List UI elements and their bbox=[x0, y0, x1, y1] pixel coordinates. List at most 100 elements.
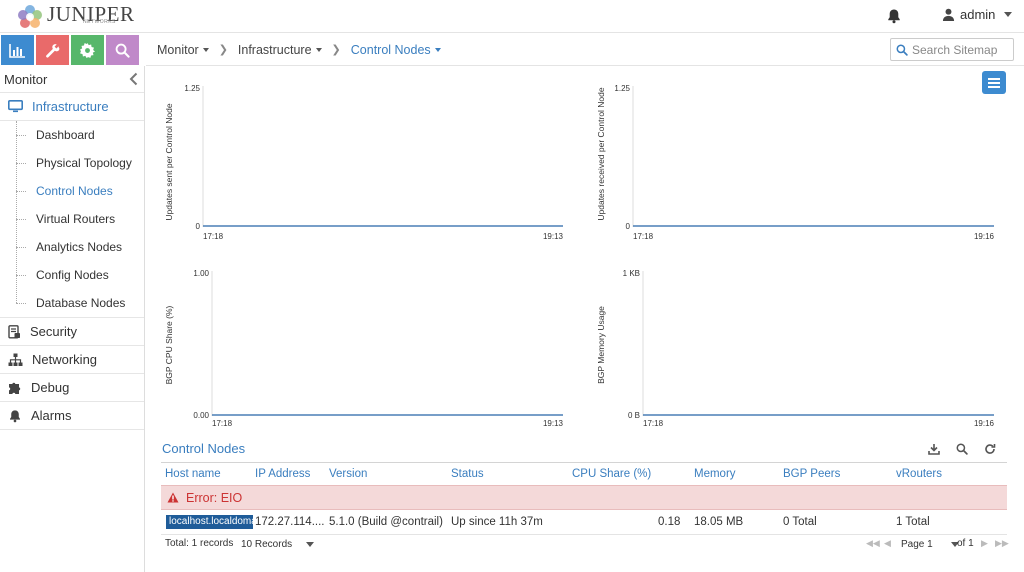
chevron-down-icon bbox=[306, 542, 315, 547]
refresh-button[interactable] bbox=[983, 442, 997, 456]
chart-bgp-cpu-share: BGP CPU Share (%) 1.00 0.00 17:18 19:13 bbox=[160, 265, 570, 430]
sidebar-subitem-virtual-routers[interactable]: Virtual Routers bbox=[0, 205, 144, 233]
sidebar-item-infrastructure[interactable]: Infrastructure bbox=[0, 93, 144, 121]
error-banner: Error: EIO bbox=[161, 485, 1007, 510]
sidebar-item-alarms[interactable]: Alarms bbox=[0, 402, 144, 430]
page-label: Page 1 bbox=[901, 539, 933, 550]
download-button[interactable] bbox=[927, 442, 941, 456]
grid-toolbar bbox=[927, 442, 997, 456]
search-icon bbox=[115, 43, 130, 58]
chart-x-start: 17:18 bbox=[212, 419, 233, 428]
chart-svg: BGP Memory Usage 1 KB 0 B 17:18 19:16 bbox=[596, 269, 995, 428]
network-icon bbox=[8, 353, 23, 366]
cell-cpu: 0.18 bbox=[658, 516, 681, 528]
next-page-icon[interactable]: ▶ bbox=[981, 538, 988, 549]
sidebar: Monitor Infrastructure Dashboard Physica… bbox=[0, 66, 145, 572]
breadcrumb-separator-icon: ❯ bbox=[218, 44, 228, 56]
query-tab[interactable] bbox=[106, 35, 139, 65]
sidebar-subitem-analytics-nodes[interactable]: Analytics Nodes bbox=[0, 233, 144, 261]
chart-x-end: 19:13 bbox=[543, 419, 564, 428]
cell-version: 5.1.0 (Build @contrail) bbox=[329, 516, 443, 528]
chevron-left-icon[interactable] bbox=[127, 72, 141, 86]
sidebar-subitem-database-nodes[interactable]: Database Nodes bbox=[0, 289, 144, 317]
document-lock-icon bbox=[8, 324, 20, 339]
sidebar-subitem-label: Virtual Routers bbox=[36, 212, 116, 226]
host-name-link[interactable]: localhost.localdomain bbox=[166, 515, 253, 529]
monitor-tab[interactable] bbox=[1, 35, 34, 65]
page-size-select[interactable]: 10 Records bbox=[241, 539, 315, 550]
sidebar-item-label: Debug bbox=[31, 380, 70, 395]
column-header-vrouters[interactable]: vRouters bbox=[896, 468, 942, 480]
sidebar-subitem-label: Database Nodes bbox=[36, 296, 126, 310]
sidebar-item-label: Security bbox=[30, 324, 77, 339]
chart-x-end: 19:16 bbox=[974, 419, 995, 428]
configure-tab[interactable] bbox=[36, 35, 69, 65]
sidebar-subitem-control-nodes[interactable]: Control Nodes bbox=[0, 177, 144, 205]
sidebar-item-debug[interactable]: Debug bbox=[0, 374, 144, 402]
sidebar-subitem-label: Analytics Nodes bbox=[36, 240, 123, 254]
chart-y-min: 0.00 bbox=[193, 411, 209, 420]
sidebar-item-label: Infrastructure bbox=[32, 99, 109, 114]
first-page-icon[interactable]: ◀◀ bbox=[866, 538, 880, 549]
total-records: Total: 1 records bbox=[165, 538, 234, 549]
chart-y-min: 0 bbox=[626, 222, 631, 231]
sitemap-search[interactable] bbox=[890, 38, 1014, 61]
search-icon bbox=[956, 443, 968, 455]
sidebar-subitem-label: Physical Topology bbox=[36, 156, 132, 170]
chart-y-label: BGP Memory Usage bbox=[596, 306, 606, 384]
chevron-down-icon bbox=[202, 47, 209, 52]
column-header-cpu[interactable]: CPU Share (%) bbox=[572, 468, 651, 480]
chart-x-start: 17:18 bbox=[643, 419, 664, 428]
chart-updates-sent: Updates sent per Control Node 1.25 0 17:… bbox=[160, 80, 570, 245]
settings-tab[interactable] bbox=[71, 35, 104, 65]
user-menu[interactable]: admin bbox=[942, 7, 1013, 22]
breadcrumb-separator-icon: ❯ bbox=[331, 44, 341, 56]
grid-title: Control Nodes bbox=[162, 441, 246, 456]
column-header-memory[interactable]: Memory bbox=[694, 468, 736, 480]
brand-logo[interactable]: JUNIPER bbox=[17, 2, 135, 30]
sidebar-item-security[interactable]: Security bbox=[0, 318, 144, 346]
sidebar-header: Monitor bbox=[0, 66, 144, 93]
error-text: Error: EIO bbox=[186, 490, 243, 505]
bar-chart-icon bbox=[9, 43, 25, 58]
chart-y-max: 1.00 bbox=[193, 269, 209, 278]
sidebar-subitem-config-nodes[interactable]: Config Nodes bbox=[0, 261, 144, 289]
chart-bgp-memory-usage: BGP Memory Usage 1 KB 0 B 17:18 19:16 bbox=[592, 265, 1002, 430]
search-input[interactable] bbox=[912, 42, 1012, 57]
chart-y-label: Updates received per Control Node bbox=[596, 87, 606, 221]
column-header-host[interactable]: Host name bbox=[165, 468, 221, 480]
user-icon bbox=[942, 8, 955, 21]
grid-header-row: Host name IP Address Version Status CPU … bbox=[161, 463, 1007, 485]
table-row[interactable]: localhost.localdomain 172.27.114.... 5.1… bbox=[161, 510, 1007, 535]
sidebar-subitem-dashboard[interactable]: Dashboard bbox=[0, 121, 144, 149]
cell-ip: 172.27.114.... bbox=[255, 516, 325, 528]
wrench-icon bbox=[46, 43, 60, 58]
column-header-version[interactable]: Version bbox=[329, 468, 367, 480]
sidebar-subitem-label: Control Nodes bbox=[36, 184, 113, 198]
bell-icon[interactable] bbox=[886, 8, 902, 24]
breadcrumb-monitor[interactable]: Monitor bbox=[157, 43, 209, 57]
last-page-icon[interactable]: ▶▶ bbox=[995, 538, 1009, 549]
sidebar-subitem-physical-topology[interactable]: Physical Topology bbox=[0, 149, 144, 177]
user-name: admin bbox=[960, 7, 996, 22]
prev-page-icon[interactable]: ◀ bbox=[884, 538, 891, 549]
page-size-label: 10 Records bbox=[241, 539, 293, 550]
sidebar-title: Monitor bbox=[4, 71, 48, 87]
grid-search-button[interactable] bbox=[955, 442, 969, 456]
breadcrumb-infrastructure[interactable]: Infrastructure bbox=[238, 43, 322, 57]
chart-y-min: 0 B bbox=[628, 411, 640, 420]
page-select[interactable]: Page 1 bbox=[901, 539, 959, 550]
main-menu-tiles bbox=[0, 35, 139, 65]
breadcrumb-control-nodes[interactable]: Control Nodes bbox=[351, 43, 441, 57]
juniper-logo-icon bbox=[18, 4, 42, 28]
sidebar-item-label: Networking bbox=[32, 352, 98, 367]
sidebar-item-networking[interactable]: Networking bbox=[0, 346, 144, 374]
chart-y-max: 1.25 bbox=[184, 84, 200, 93]
column-header-bgp-peers[interactable]: BGP Peers bbox=[783, 468, 840, 480]
download-icon bbox=[928, 444, 940, 455]
column-header-ip[interactable]: IP Address bbox=[255, 468, 310, 480]
chevron-down-icon bbox=[1004, 12, 1013, 17]
cell-memory: 18.05 MB bbox=[694, 516, 744, 528]
chart-updates-received: Updates received per Control Node 1.25 0… bbox=[592, 80, 1002, 245]
column-header-status[interactable]: Status bbox=[451, 468, 484, 480]
